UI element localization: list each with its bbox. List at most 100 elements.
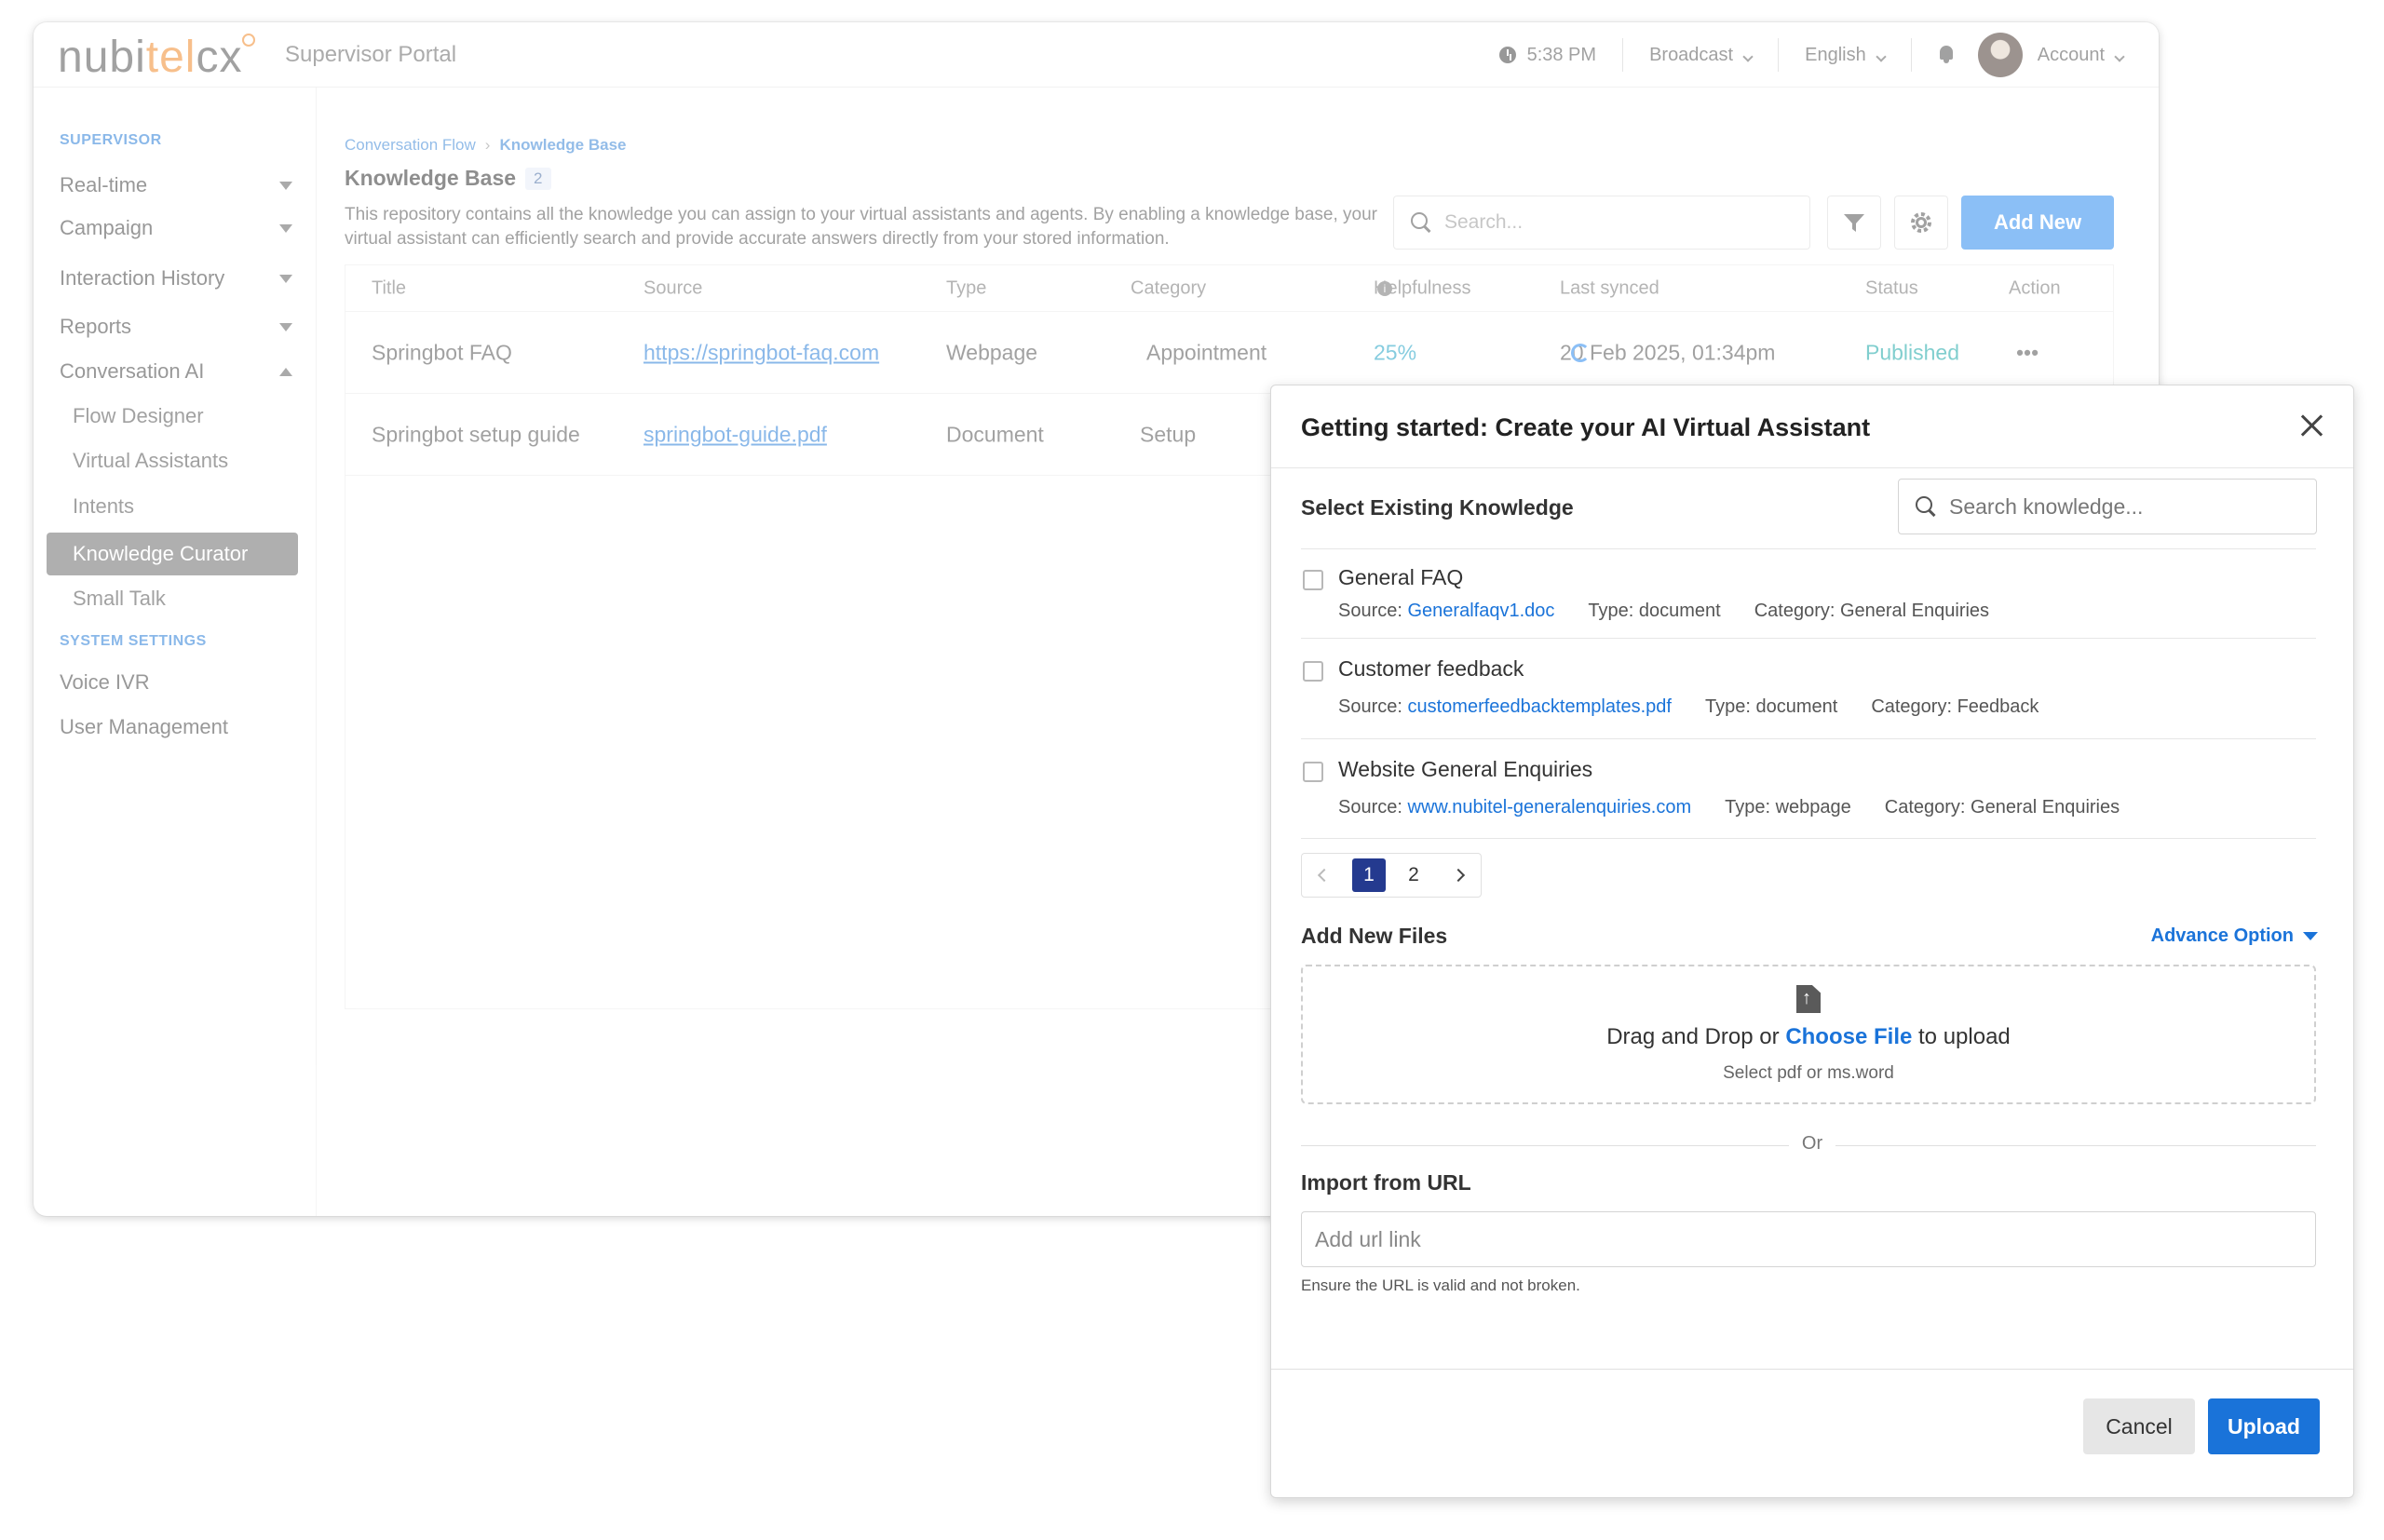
language-dropdown[interactable]: English [1805,45,1887,66]
sidebar-item-label: Interaction History [60,266,225,290]
current-time: 5:38 PM [1526,44,1597,65]
knowledge-checkbox[interactable] [1303,661,1323,682]
advance-option-toggle[interactable]: Advance Option [2151,925,2318,947]
sidebar-item-reports[interactable]: Reports [60,315,292,339]
caret-down-icon [2303,932,2318,940]
cancel-button[interactable]: Cancel [2083,1398,2195,1454]
sidebar-item-campaign[interactable]: Campaign [60,216,292,240]
logo-dot-icon [242,34,256,47]
breadcrumb-parent[interactable]: Conversation Flow [345,136,476,154]
page-description: This repository contains all the knowled… [345,205,1377,249]
sidebar-item-flow-designer[interactable]: Flow Designer [73,404,204,428]
source-label: Source: [1338,696,1402,717]
account-dropdown[interactable]: Account [2037,44,2125,66]
caret-up-icon [279,367,292,376]
logo-part-3: cx [196,33,243,82]
chevron-down-icon [1876,50,1887,62]
sidebar-item-label: Campaign [60,216,154,239]
chevron-right-icon [1451,868,1466,883]
row-source-link[interactable]: https://springbot-faq.com [643,340,879,365]
source-link[interactable]: www.nubitel-generalenquiries.com [1408,797,1692,817]
knowledge-type: Type: document [1705,696,1838,717]
row-last-synced-text: 20 Feb 2025, 01:34pm [1560,340,1776,364]
add-new-button[interactable]: Add New [1961,196,2114,250]
caret-down-icon [279,322,292,331]
column-header-last-synced[interactable]: Last synced [1560,277,1659,299]
sidebar-item-intents[interactable]: Intents [73,494,134,519]
row-source-link[interactable]: springbot-guide.pdf [643,422,827,447]
column-header-category[interactable]: Category [1131,277,1206,299]
knowledge-item[interactable]: Customer feedback Source: customerfeedba… [1301,638,2316,738]
knowledge-checkbox[interactable] [1303,570,1323,590]
search-knowledge-input[interactable]: Search knowledge... [1898,479,2317,534]
account-label: Account [2037,44,2105,65]
knowledge-item-name: Customer feedback [1338,656,1524,681]
search-input[interactable]: Search... [1393,196,1810,250]
sidebar-item-small-talk[interactable]: Small Talk [73,587,166,611]
search-icon [1411,212,1431,233]
knowledge-item[interactable]: Website General Enquiries Source: www.nu… [1301,738,2316,839]
sidebar-item-conversation-ai[interactable]: Conversation AI [60,359,292,384]
caret-down-icon [279,274,292,283]
modal-title: Getting started: Create your AI Virtual … [1301,413,1871,441]
caret-down-icon [279,181,292,190]
logo-part-2: tel [145,33,196,82]
breadcrumb-separator: › [484,136,491,154]
knowledge-item-name: General FAQ [1338,565,1464,589]
avatar[interactable] [1977,33,2023,77]
sidebar-item-voice-ivr[interactable]: Voice IVR [60,670,292,695]
row-helpfulness: 25% [1374,340,1417,364]
source-link[interactable]: customerfeedbacktemplates.pdf [1408,696,1673,717]
column-header-source[interactable]: Source [643,277,702,299]
broadcast-dropdown[interactable]: Broadcast [1649,44,1754,66]
logo-part-1: nubi [58,33,146,82]
sidebar-item-interaction-history[interactable]: Interaction History [60,266,292,290]
url-input[interactable]: Add url link [1301,1211,2316,1267]
knowledge-category: Category: Feedback [1871,696,2039,717]
divider [1910,38,1912,72]
settings-button[interactable] [1894,196,1948,250]
knowledge-checkbox[interactable] [1303,762,1323,782]
sidebar-item-virtual-assistants[interactable]: Virtual Assistants [73,449,228,473]
sidebar-item-realtime[interactable]: Real-time [60,173,292,197]
broadcast-label: Broadcast [1649,44,1734,65]
upload-button[interactable]: Upload [2208,1398,2320,1454]
knowledge-item-meta: Source: www.nubitel-generalenquiries.com… [1338,797,2120,818]
bell-icon[interactable] [1938,46,1955,64]
chevron-left-icon [1317,868,1332,883]
knowledge-item-meta: Source: Generalfaqv1.doc Type: document Ca… [1338,601,1989,622]
logo: nubitelcx [58,32,256,83]
info-icon[interactable]: i [1377,280,1392,296]
column-header-status[interactable]: Status [1865,277,1918,299]
column-header-type[interactable]: Type [946,277,986,299]
filter-button[interactable] [1827,196,1881,250]
caret-down-icon [279,223,292,233]
column-header-title[interactable]: Title [372,277,406,299]
more-actions-icon[interactable]: ••• [2016,340,2039,365]
choose-file-link[interactable]: Choose File [1785,1024,1912,1049]
page-1-button[interactable]: 1 [1352,858,1386,892]
or-label: Or [1788,1133,1836,1154]
import-url-heading: Import from URL [1301,1170,1471,1195]
divider [1966,38,1967,72]
page-2-button[interactable]: 2 [1391,854,1436,897]
prev-page-button[interactable] [1302,854,1347,897]
next-page-button[interactable] [1436,854,1481,897]
or-separator: Or [1271,1133,2353,1155]
source-link[interactable]: Generalfaqv1.doc [1408,601,1555,621]
close-icon[interactable] [2296,410,2327,441]
knowledge-item-name: Website General Enquiries [1338,757,1593,781]
source-label: Source: [1338,601,1402,621]
advance-option-label: Advance Option [2150,925,2294,946]
sidebar-item-user-management[interactable]: User Management [60,715,292,739]
top-bar: nubitelcx Supervisor Portal 5:38 PM Broa… [34,22,2159,88]
column-header-action: Action [2009,277,2061,298]
sidebar-item-knowledge-curator[interactable]: Knowledge Curator [47,533,298,575]
page-title-text: Knowledge Base [345,166,517,190]
knowledge-item[interactable]: General FAQ Source: Generalfaqv1.doc Type… [1301,548,2316,638]
drop-zone-text: Drag and Drop or Choose File to upload [1303,1024,2314,1050]
table-row[interactable]: Springbot FAQ https://springbot-faq.com … [345,312,2113,394]
sync-icon[interactable] [1571,343,1590,362]
knowledge-type: Type: webpage [1725,797,1851,817]
file-drop-zone[interactable]: Drag and Drop or Choose File to upload S… [1301,965,2316,1104]
